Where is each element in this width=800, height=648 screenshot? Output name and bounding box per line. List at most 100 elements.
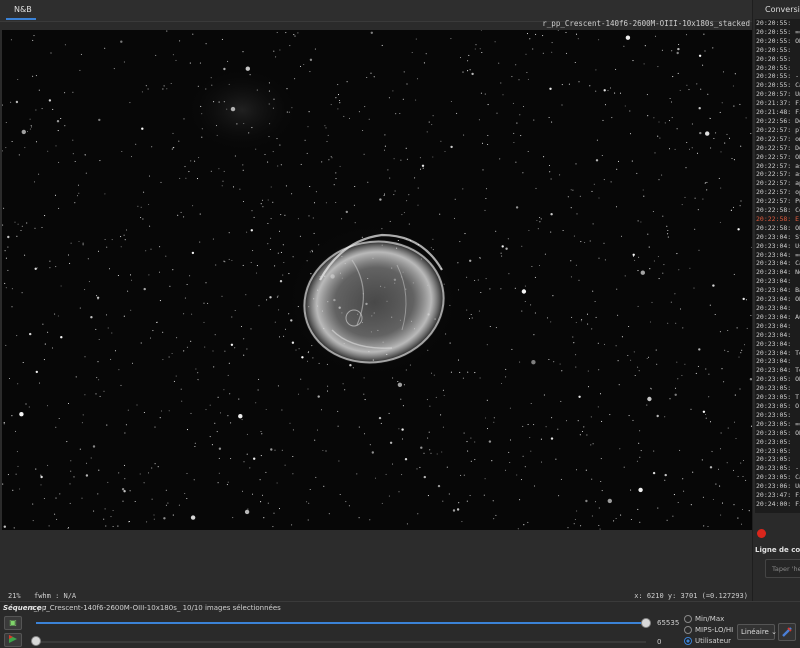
star (354, 222, 356, 224)
star (436, 453, 438, 455)
stop-record-icon[interactable] (757, 529, 766, 538)
star (239, 188, 241, 190)
star (344, 389, 346, 391)
sequence-image-icon[interactable]: ▣ (4, 616, 22, 630)
radio-user[interactable]: Utilisateur (684, 637, 731, 645)
star (50, 52, 52, 54)
star (652, 210, 654, 213)
star (587, 323, 589, 325)
star (631, 160, 633, 162)
star (529, 38, 531, 40)
star (243, 338, 245, 340)
min-slider-track[interactable] (36, 641, 646, 643)
star (638, 442, 640, 444)
star (32, 75, 34, 77)
star (153, 518, 155, 520)
star (657, 135, 659, 137)
star (710, 147, 712, 149)
star (299, 235, 301, 237)
star (501, 245, 504, 248)
star (218, 472, 220, 474)
star (140, 206, 142, 208)
radio-minmax[interactable]: Min/Max (684, 615, 724, 623)
star (607, 498, 612, 504)
star (149, 337, 152, 339)
star (33, 181, 36, 183)
star (463, 432, 465, 434)
star (466, 441, 468, 443)
star (615, 206, 618, 208)
min-slider-value[interactable]: 0 (657, 638, 661, 646)
star (230, 106, 236, 112)
star (294, 35, 296, 37)
max-slider-track[interactable] (36, 622, 646, 624)
star (524, 285, 526, 287)
star (124, 239, 126, 241)
star (260, 455, 262, 457)
star (56, 120, 60, 123)
star (263, 517, 265, 519)
star (481, 142, 484, 144)
star (521, 245, 523, 247)
star (291, 107, 293, 109)
star (44, 215, 46, 217)
star (92, 445, 96, 448)
star (674, 387, 677, 389)
radio-circle-icon (684, 615, 692, 623)
star (333, 184, 335, 186)
star (139, 473, 141, 475)
log-line: 20:22:57: De (756, 143, 800, 152)
star (690, 504, 692, 506)
star (620, 235, 623, 237)
star (38, 89, 40, 91)
star (720, 151, 722, 153)
star (688, 89, 690, 91)
command-input[interactable]: Taper 'help' (765, 559, 800, 578)
star (97, 298, 99, 300)
star (121, 488, 125, 491)
star (522, 172, 524, 174)
star (257, 389, 259, 391)
star (306, 360, 309, 362)
star (550, 231, 552, 233)
star (705, 131, 710, 136)
star (246, 433, 248, 435)
star (232, 517, 234, 519)
star (466, 309, 468, 311)
log-console[interactable]: 20:20:55: 20:20:55: == 20:20:55: OB 20:20:5… (755, 19, 800, 513)
max-slider-value[interactable]: 65535 (657, 619, 679, 627)
star (656, 363, 658, 365)
star (291, 341, 295, 344)
log-line: 20:22:56: De (756, 116, 800, 125)
star (445, 333, 447, 335)
scale-dropdown[interactable]: Linéaire ⌄ (737, 624, 777, 640)
max-slider-handle[interactable] (641, 618, 651, 628)
min-slider-handle[interactable] (31, 636, 41, 646)
star (676, 51, 679, 55)
star (309, 488, 311, 491)
tab-conversion[interactable]: Conversion (765, 5, 800, 14)
star (712, 498, 714, 501)
star (84, 154, 86, 156)
star (739, 103, 741, 105)
star (54, 194, 57, 196)
sequence-bar: Séquence : r_pp_Crescent-140f6-2600M-OII… (0, 601, 800, 614)
star (639, 430, 641, 432)
star (595, 69, 597, 71)
star (437, 484, 441, 488)
star (431, 124, 433, 126)
star (313, 202, 316, 204)
crescent-nebula-image[interactable] (2, 30, 752, 530)
star (592, 443, 594, 445)
star (322, 449, 324, 452)
star (723, 381, 725, 383)
star (426, 131, 428, 133)
radio-mips[interactable]: MIPS-LO/HI (684, 626, 733, 634)
image-canvas[interactable] (2, 30, 752, 530)
star (574, 518, 576, 521)
color-channels-icon[interactable] (4, 633, 22, 647)
star (367, 181, 369, 183)
star (104, 193, 106, 195)
star (17, 223, 19, 225)
colormap-icon[interactable] (778, 623, 796, 641)
